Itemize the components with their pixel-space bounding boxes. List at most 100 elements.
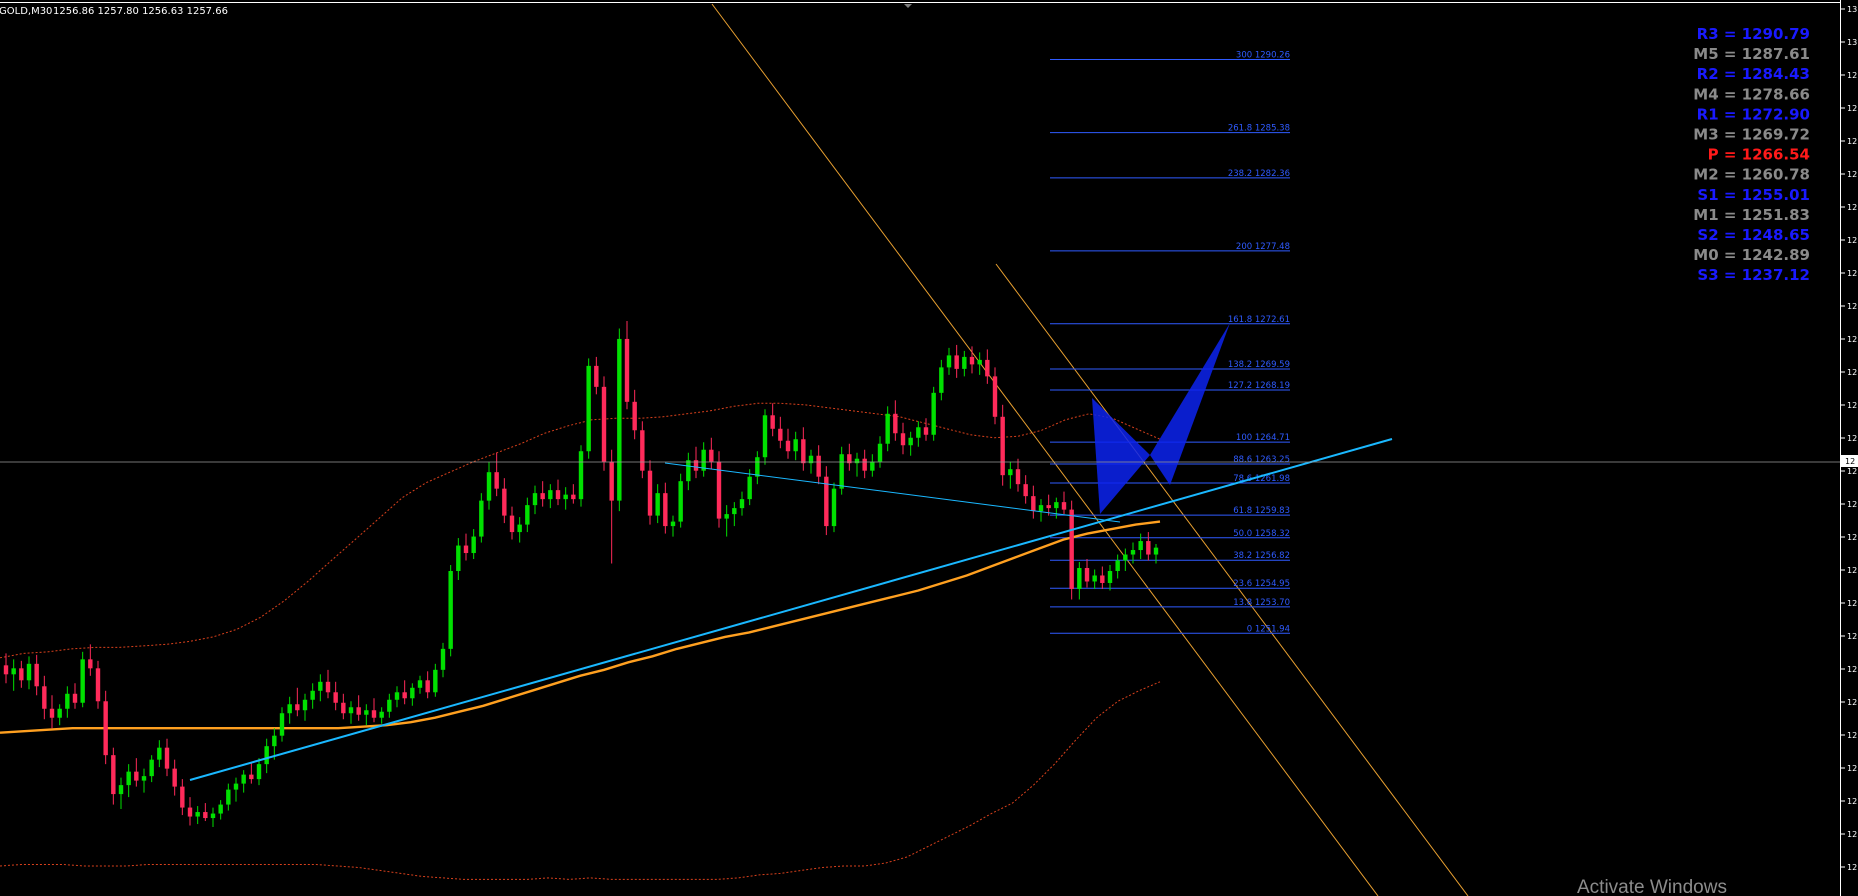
candle-body (816, 455, 821, 477)
ohlc-label: 1256.86 1257.80 1256.63 1257.66 (53, 6, 228, 17)
candle-body (1061, 502, 1067, 510)
candlesticks[interactable] (3, 320, 1159, 828)
pattern-triangle-left[interactable] (1092, 398, 1150, 514)
price-axis-tick-label: 12 (1847, 632, 1857, 641)
candle-body (264, 746, 269, 765)
candle-body (272, 735, 277, 747)
candle-body (180, 786, 185, 808)
candle-body (19, 668, 24, 681)
candle-body (709, 449, 714, 462)
price-chart[interactable]: 13 13 12 12 12 12 12 12 12 12 12 12 12 12 12 12 12 12 12 12… (0, 0, 1858, 896)
fib-level-label: 38.2 1256.82 (1233, 551, 1290, 561)
candle-body (908, 437, 913, 446)
channel-line-lower[interactable] (995, 263, 1469, 896)
candle-body (203, 812, 208, 819)
fib-level-label: 161.8 1272.61 (1228, 315, 1290, 325)
candle-body (195, 812, 200, 817)
candle-body (893, 413, 898, 434)
scroll-marker-icon[interactable] (904, 4, 912, 8)
candle-body (632, 401, 637, 431)
candle-body (640, 430, 645, 471)
candle-body (410, 687, 415, 699)
candle-body (509, 515, 515, 533)
fib-level-label: 300 1290.26 (1236, 51, 1290, 61)
candle-body (1123, 554, 1128, 561)
price-axis-tick-label: 12 (1847, 533, 1857, 542)
trendlines[interactable] (189, 438, 1393, 781)
candle-body (310, 690, 315, 700)
candle-body (325, 681, 331, 693)
trendline-support[interactable] (189, 438, 1393, 781)
candle-body (448, 571, 453, 649)
candle-body (670, 521, 676, 527)
fib-level-label: 261.8 1285.38 (1228, 124, 1290, 134)
candle-body (364, 710, 369, 715)
price-axis-tick-label: 13 (1847, 38, 1857, 47)
candle-body (532, 493, 538, 506)
candle-body (985, 359, 990, 377)
pivot-level-label: S1 = 1255.01 (1697, 186, 1810, 204)
candle-body (563, 494, 568, 500)
candle-body (49, 708, 55, 718)
price-axis-tick-label: 13 (1847, 5, 1857, 14)
candle-body (341, 702, 346, 714)
pivot-level-label: M5 = 1287.61 (1693, 45, 1810, 63)
candle-body (862, 458, 867, 471)
candle-body (494, 472, 499, 489)
candle-body (885, 413, 890, 444)
candle-body (923, 427, 929, 435)
channel-line-upper[interactable] (711, 3, 1379, 896)
candle-body (356, 707, 361, 715)
price-axis-tick-label: 12 (1847, 863, 1857, 872)
price-axis-tick-label: 12 (1847, 335, 1857, 344)
candle-body (954, 355, 959, 369)
candle-body (663, 493, 668, 527)
candle-body (1092, 575, 1097, 582)
price-axis-tick-label: 12 (1847, 236, 1857, 245)
candle-body (187, 807, 193, 817)
candle-body (655, 493, 660, 516)
candle-body (233, 783, 239, 790)
candle-body (134, 771, 139, 781)
pivot-level-label: M1 = 1251.83 (1693, 206, 1810, 224)
activate-windows-watermark: Activate Windows (1577, 877, 1727, 896)
candle-body (118, 785, 124, 795)
candle-body (425, 680, 430, 693)
candle-body (647, 470, 653, 516)
candle-body (502, 488, 507, 516)
pivot-level-label: R3 = 1290.79 (1697, 25, 1810, 43)
candle-body (42, 686, 47, 709)
price-axis-tick-label: 12 (1847, 830, 1857, 839)
pattern-triangle-right[interactable] (1150, 323, 1230, 485)
price-axis-tick-label: 12 (1847, 170, 1857, 179)
candle-body (486, 472, 492, 501)
candle-body (732, 508, 737, 515)
candle-body (1130, 550, 1136, 555)
candle-body (969, 356, 975, 365)
candle-body (762, 415, 768, 458)
chart-canvas[interactable]: 1313121212121212121212121212121212121212… (0, 0, 1858, 896)
candle-body (617, 338, 622, 501)
candle-body (164, 747, 170, 769)
candle-body (916, 427, 921, 438)
fibonacci-levels[interactable]: 300 1290.26 261.8 1285.38 238.2 1282.36 200… (1050, 51, 1290, 635)
pivot-level-label: P = 1266.54 (1708, 146, 1810, 164)
fib-level-label: 0 1251.94 (1247, 624, 1290, 634)
candle-body (686, 460, 691, 482)
candle-body (88, 659, 93, 669)
price-axis-tick-label: 12 (1847, 467, 1857, 476)
candle-body (870, 461, 875, 471)
candle-body (279, 713, 285, 736)
price-axis-tick-label: 12 (1847, 797, 1857, 806)
candle-body (1100, 575, 1105, 583)
candle-body (126, 771, 131, 786)
price-axis-tick-label: 12 (1847, 104, 1857, 113)
candle-body (594, 365, 599, 387)
candle-body (141, 776, 147, 781)
price-axis-tick-label: 12 (1847, 302, 1857, 311)
price-axis-tick-label: 12 (1847, 599, 1857, 608)
candle-body (1046, 505, 1051, 509)
candle-body (1077, 568, 1082, 589)
candle-body (287, 704, 292, 714)
price-axis[interactable]: 1313121212121212121212121212121212121212… (1841, 5, 1857, 872)
